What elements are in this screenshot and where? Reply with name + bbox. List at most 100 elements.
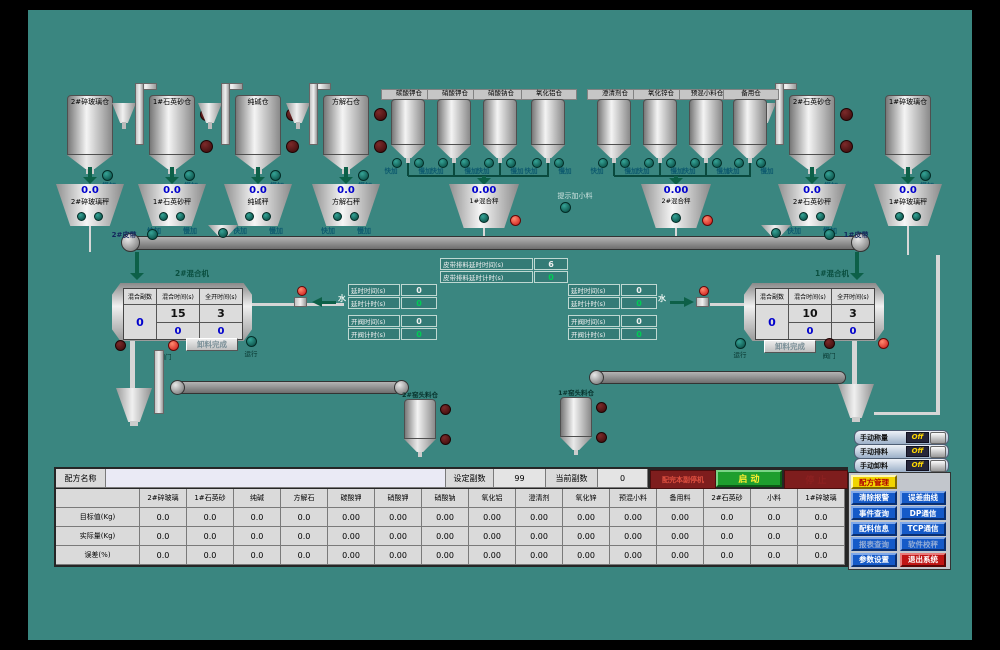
timer-label: 开阀计时(s) [568, 328, 620, 340]
table-cell: 0.0 [234, 527, 281, 546]
timer-value: 0 [401, 315, 437, 327]
water-arrow [670, 301, 684, 304]
mixer-down-pipe [130, 341, 135, 389]
toggle-knob[interactable] [930, 446, 946, 458]
table-cell: 0.0 [234, 546, 281, 565]
storage-silo: 1#石英砂仓 [149, 95, 195, 155]
mixer-panel-cell: 0 [756, 305, 788, 339]
table-column-header: 碳酸钾 [328, 489, 375, 508]
table-cell: 0.0 [704, 508, 751, 527]
belt-roller [170, 380, 185, 395]
menu-recipe-button[interactable]: 配方管理 [851, 475, 897, 489]
discharge-dot [77, 212, 86, 221]
menu-button[interactable]: 清除报警 [851, 491, 897, 505]
scale-spout [907, 226, 909, 255]
toggle-state: Off [906, 446, 929, 457]
flow-arrow-head [130, 273, 144, 280]
run-dot [735, 338, 746, 349]
kiln-bin [560, 397, 592, 437]
slow-feed-dot [824, 170, 835, 181]
table-cell: 0.00 [516, 508, 563, 527]
manual-toggle[interactable]: 手动卸料Off [854, 458, 949, 473]
mixer-label: 1#混合机 [800, 268, 864, 279]
toggle-label: 手动称量 [860, 433, 906, 443]
table-cell: 0.00 [610, 527, 657, 546]
start-button[interactable]: 启 动 [716, 470, 782, 487]
timer-value: 0 [401, 297, 437, 309]
table-row-label: 目标值(Kg) [56, 508, 140, 527]
scale-value: 0.0 [874, 185, 942, 196]
hint-dot [560, 202, 571, 213]
timer-label: 皮带排料延时时间(s) [440, 258, 533, 270]
scale-label: 1#混合秤 [449, 198, 519, 205]
manifold-line [614, 175, 751, 177]
menu-button[interactable]: 软件校秤 [900, 537, 946, 551]
flow-arrow-head [83, 177, 97, 184]
timer-value: 0 [534, 271, 568, 283]
table-cell: 0.00 [516, 527, 563, 546]
menu-button[interactable]: 退出系统 [900, 553, 946, 567]
timer-value: 0 [621, 328, 657, 340]
menu-button[interactable]: 配料信息 [851, 522, 897, 536]
stop-button[interactable]: 停 止 [784, 470, 848, 489]
table-cell: 0.0 [751, 527, 798, 546]
mixer-panel-cell: 混合副数 [124, 289, 156, 304]
manual-toggle[interactable]: 手动称量Off [854, 430, 949, 445]
belt-hopper-dot [218, 228, 228, 238]
kiln-bin [404, 399, 436, 439]
discharge-dot [350, 212, 359, 221]
timer-label: 延时时间(s) [348, 284, 400, 296]
water-arrow [322, 301, 336, 304]
manual-toggle[interactable]: 手动排料Off [854, 444, 949, 459]
table-column-header: 氧化铝 [469, 489, 516, 508]
timer-value: 0 [621, 284, 657, 296]
table-cell: 0.00 [469, 527, 516, 546]
unload-done-button[interactable]: 卸料完成 [186, 338, 238, 351]
toggle-knob[interactable] [930, 432, 946, 444]
menu-button[interactable]: 事件查询 [851, 506, 897, 520]
run-label: 运行 [727, 349, 753, 359]
mixer-panel-cell: 0 [832, 323, 874, 339]
menu-button[interactable]: 参数设置 [851, 553, 897, 567]
belt-run-dot [147, 229, 158, 240]
slow-discharge-label: 慢加 [262, 227, 290, 235]
small-silo [733, 99, 767, 145]
menu-button[interactable]: DP通信 [900, 506, 946, 520]
recipe-name-input[interactable] [106, 469, 446, 488]
funnel-outlet [852, 417, 860, 422]
toggle-knob[interactable] [930, 460, 946, 472]
unload-done-button[interactable]: 卸料完成 [764, 340, 816, 353]
discharge-dot [262, 212, 271, 221]
belt-label: 2#皮带 [104, 230, 144, 240]
discharge-dot [159, 212, 168, 221]
valve-dot [878, 338, 889, 349]
stop-after-batch-button[interactable]: 配完本副停机 [650, 470, 716, 489]
silo-label: 1#碎玻璃仓 [886, 98, 930, 106]
scale-label: 纯碱秤 [224, 198, 292, 206]
table-cell: 0.0 [281, 546, 328, 565]
storage-silo: 1#碎玻璃仓 [885, 95, 931, 155]
menu-button[interactable]: 误差曲线 [900, 491, 946, 505]
table-cell: 0.00 [610, 508, 657, 527]
table-column-header: 硝酸钠 [422, 489, 469, 508]
mixer-panel-cell: 0 [157, 323, 199, 339]
toggle-label: 手动排料 [860, 447, 906, 457]
mixer-panel-cell: 0 [789, 323, 831, 339]
scale-value: 0.0 [56, 185, 124, 196]
timer-value: 0 [401, 328, 437, 340]
table-cell: 0.0 [751, 546, 798, 565]
menu-button[interactable]: 报表查询 [851, 537, 897, 551]
mixer-panel-cell: 全开时间(s) [832, 289, 874, 304]
mixer-label: 2#混合机 [160, 268, 224, 279]
timer-value: 0 [621, 315, 657, 327]
manifold-line [408, 175, 549, 177]
elevator-leg [135, 83, 144, 145]
slow-feed-dot [270, 170, 281, 181]
table-cell: 0.00 [657, 527, 704, 546]
table-cell: 0.00 [375, 508, 422, 527]
table-cell: 0.00 [563, 508, 610, 527]
scale-label: 2#混合秤 [641, 198, 711, 205]
mixer-panel-cell: 混合副数 [756, 289, 788, 304]
menu-button[interactable]: TCP通信 [900, 522, 946, 536]
water-arrow-head [312, 297, 322, 307]
